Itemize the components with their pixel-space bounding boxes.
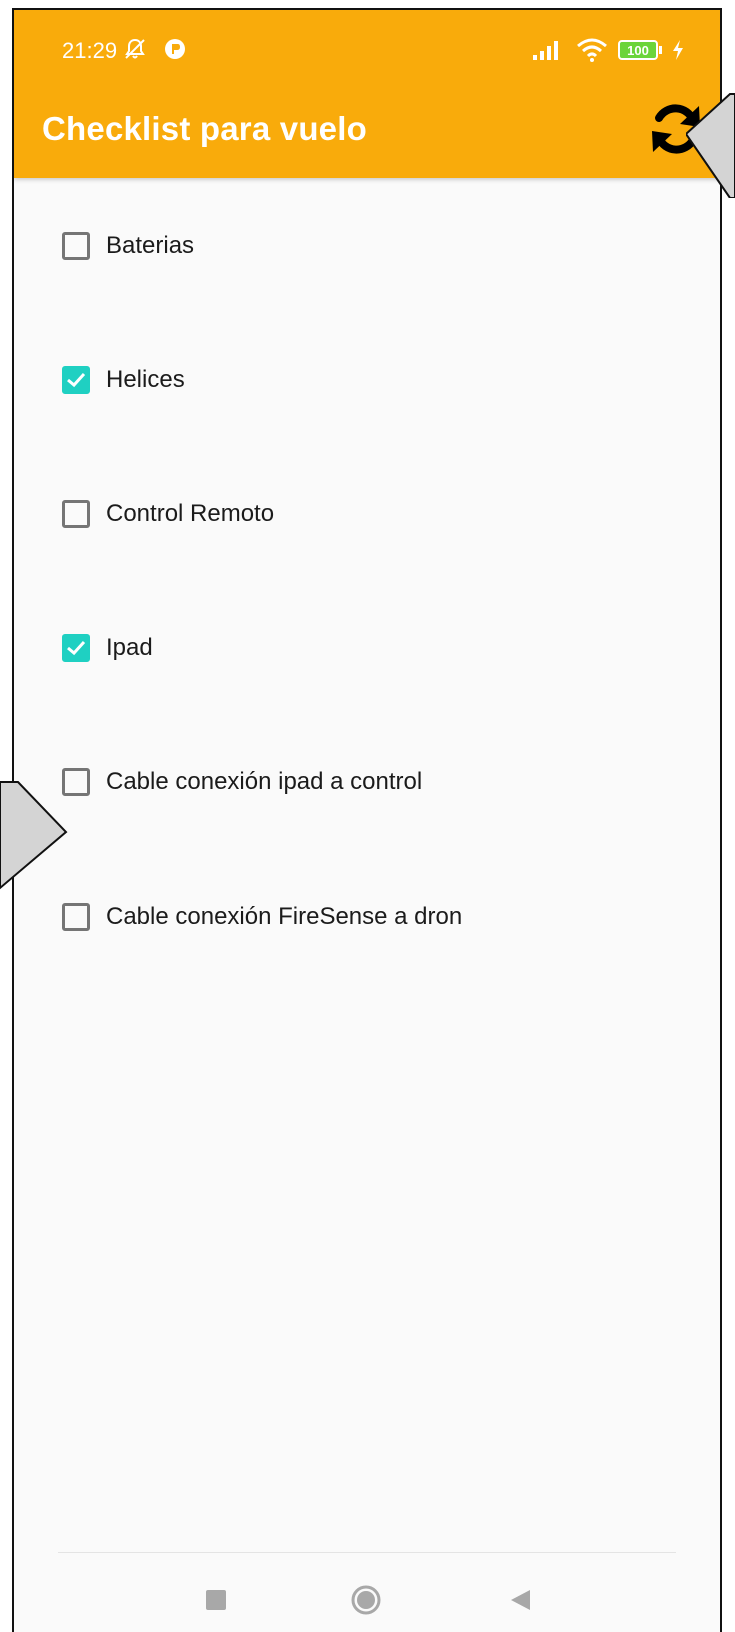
page-title: Checklist para vuelo — [42, 110, 367, 147]
charging-bolt-icon — [673, 40, 683, 60]
checklist-item-label: Helices — [106, 366, 185, 393]
system-nav-bar — [14, 1552, 720, 1632]
back-triangle-icon[interactable] — [508, 1588, 532, 1612]
checkmark-icon — [67, 372, 86, 388]
checklist-item-cable-ipad-control[interactable]: Cable conexión ipad a control — [62, 757, 422, 807]
checkbox-control-remoto[interactable] — [62, 500, 90, 528]
status-bar: 21:29 100 — [14, 10, 720, 90]
checklist-item-label: Ipad — [106, 634, 153, 661]
checkbox-cable-ipad-control[interactable] — [62, 768, 90, 796]
checklist-item-label: Control Remoto — [106, 500, 275, 527]
refresh-icon — [652, 104, 700, 154]
checklist-item-control-remoto[interactable]: Control Remoto — [62, 489, 274, 539]
app-bar: 21:29 100 Checklist para vuelo — [14, 10, 720, 178]
battery-icon: 100 — [618, 40, 662, 60]
status-time: 21:29 — [62, 38, 118, 63]
refresh-button[interactable] — [646, 98, 706, 160]
checkmark-icon — [67, 640, 86, 656]
phone-screen: 21:29 100 Checklist para vuelo Baterias … — [12, 8, 722, 1632]
checklist-item-baterias[interactable]: Baterias — [62, 221, 194, 271]
square-icon[interactable] — [206, 1590, 226, 1610]
signal-icon — [533, 41, 558, 60]
checkbox-helices[interactable] — [62, 366, 90, 394]
wifi-icon — [577, 38, 607, 62]
muted-bell-icon — [125, 38, 145, 59]
checklist-item-ipad[interactable]: Ipad — [62, 623, 153, 673]
circle-icon[interactable] — [350, 1584, 382, 1616]
checkbox-baterias[interactable] — [62, 232, 90, 260]
checklist-item-label: Cable conexión FireSense a dron — [106, 903, 463, 930]
checkbox-ipad[interactable] — [62, 634, 90, 662]
status-indicators: 100 — [532, 38, 684, 62]
checklist-item-label: Baterias — [106, 232, 195, 259]
battery-level: 100 — [627, 42, 649, 58]
checklist-item-cable-firesense-dron[interactable]: Cable conexión FireSense a dron — [62, 892, 462, 942]
checklist-item-label: Cable conexión ipad a control — [106, 768, 423, 795]
app-notification-icon — [165, 39, 185, 59]
nav-divider — [58, 1552, 676, 1553]
checklist-item-helices[interactable]: Helices — [62, 355, 185, 405]
checkbox-cable-firesense-dron[interactable] — [62, 903, 90, 931]
